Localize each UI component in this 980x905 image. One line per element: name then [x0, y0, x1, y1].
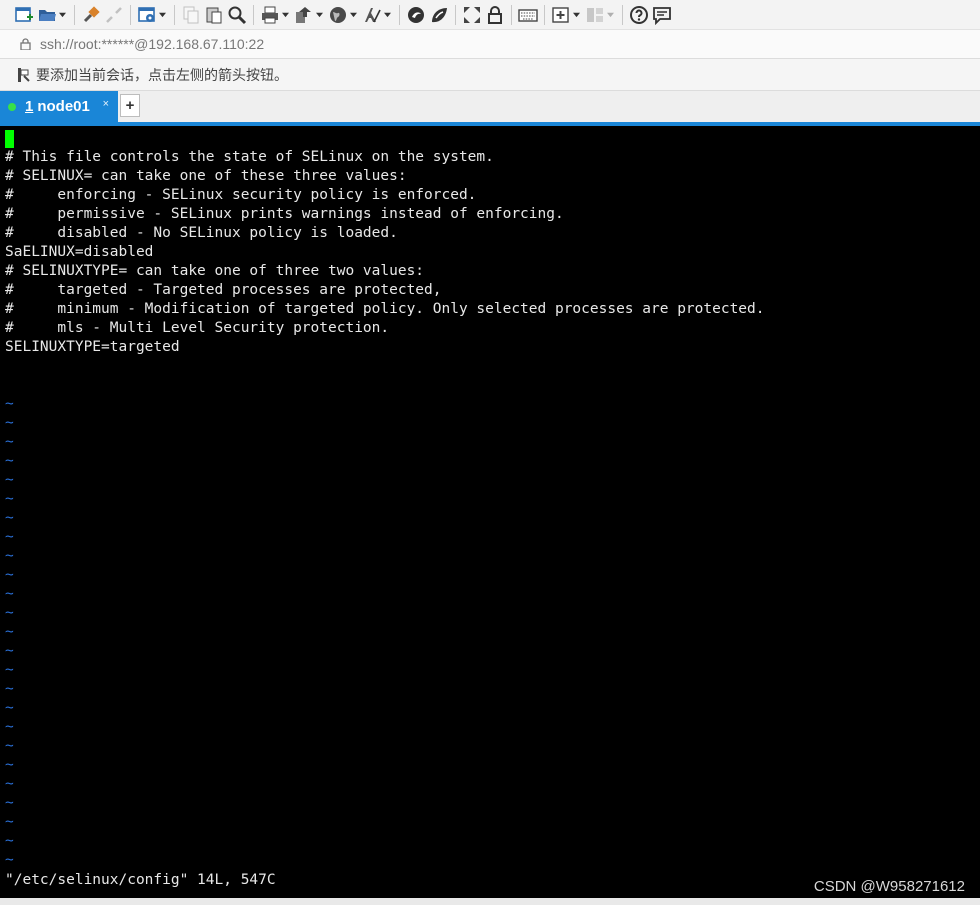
transfer-icon[interactable] [294, 3, 325, 27]
globe-icon[interactable] [328, 3, 359, 27]
chat-icon[interactable] [652, 3, 672, 27]
tilde-line: ~ [5, 624, 14, 640]
tab-bar: 1 node01 × + [0, 91, 980, 122]
lock-icon [20, 38, 31, 50]
open-folder-icon[interactable] [37, 3, 68, 27]
tilde-line: ~ [5, 757, 14, 773]
tilde-line: ~ [5, 852, 14, 868]
fullscreen-icon[interactable] [462, 3, 482, 27]
toolbar-divider [130, 4, 131, 25]
terminal-line: # disabled - No SELinux policy is loaded… [5, 225, 398, 241]
toolbar-divider [455, 4, 456, 25]
new-tab-button[interactable]: + [120, 94, 140, 117]
tilde-line: ~ [5, 643, 14, 659]
tilde-line: ~ [5, 738, 14, 754]
font-icon[interactable] [362, 3, 393, 27]
tilde-line: ~ [5, 662, 14, 678]
toolbar-divider [253, 4, 254, 25]
tilde-line: ~ [5, 529, 14, 545]
terminal-line: # This file controls the state of SELinu… [5, 149, 494, 165]
terminal-line: # enforcing - SELinux security policy is… [5, 187, 477, 203]
tilde-line: ~ [5, 719, 14, 735]
terminal-line: # minimum - Modification of targeted pol… [5, 301, 765, 317]
address-bar[interactable]: ssh://root:******@192.168.67.110:22 [0, 29, 980, 59]
tilde-line: ~ [5, 548, 14, 564]
layout-icon[interactable] [585, 3, 616, 27]
tab-node01[interactable]: 1 node01 × [0, 91, 118, 122]
terminal-cursor [5, 130, 14, 148]
toolbar-divider [174, 4, 175, 25]
connected-status-icon [8, 102, 16, 111]
tilde-line: ~ [5, 567, 14, 583]
terminal-line: # mls - Multi Level Security protection. [5, 320, 390, 336]
terminal-line: SaELINUX=disabled [5, 244, 154, 260]
help-icon[interactable] [629, 3, 649, 27]
xftp-icon[interactable] [406, 3, 426, 27]
terminal-line: SELINUXTYPE=targeted [5, 339, 180, 355]
disconnect-icon[interactable] [104, 3, 124, 27]
tab-number: 1 [25, 98, 34, 115]
toolbar-divider [399, 4, 400, 25]
vim-status-line: "/etc/selinux/config" 14L, 547C [5, 872, 276, 888]
watermark: CSDN @W958271612 [813, 878, 965, 895]
bottom-bar [0, 898, 980, 905]
terminal-line: # permissive - SELinux prints warnings i… [5, 206, 564, 222]
tilde-line: ~ [5, 453, 14, 469]
tilde-line: ~ [5, 586, 14, 602]
tilde-line: ~ [5, 681, 14, 697]
session-hint-bar: 要添加当前会话，点击左侧的箭头按钮。 [0, 59, 980, 91]
print-icon[interactable] [260, 3, 291, 27]
compose-icon[interactable] [551, 3, 582, 27]
tilde-line: ~ [5, 605, 14, 621]
tilde-line: ~ [5, 472, 14, 488]
tilde-line: ~ [5, 776, 14, 792]
keyboard-icon[interactable] [518, 3, 538, 27]
close-tab-icon[interactable]: × [103, 98, 109, 110]
toolbar-divider [544, 4, 545, 25]
paste-icon[interactable] [204, 3, 224, 27]
terminal-line: # SELINUX= can take one of these three v… [5, 168, 407, 184]
tilde-line: ~ [5, 491, 14, 507]
tilde-line: ~ [5, 700, 14, 716]
terminal-screen[interactable]: # This file controls the state of SELinu… [0, 126, 980, 898]
terminal-line: # SELINUXTYPE= can take one of three two… [5, 263, 425, 279]
properties-icon[interactable] [137, 3, 168, 27]
tab-label: node01 [37, 98, 90, 115]
session-hint-text: 要添加当前会话，点击左侧的箭头按钮。 [36, 66, 288, 83]
copy-icon[interactable] [181, 3, 201, 27]
add-session-arrow-icon[interactable] [17, 67, 31, 83]
tilde-line: ~ [5, 833, 14, 849]
tilde-line: ~ [5, 434, 14, 450]
toolbar-divider [622, 4, 623, 25]
tilde-line: ~ [5, 795, 14, 811]
lock-icon[interactable] [485, 3, 505, 27]
toolbar [0, 0, 980, 29]
connect-icon[interactable] [81, 3, 101, 27]
toolbar-divider [511, 4, 512, 25]
new-session-icon[interactable] [14, 3, 34, 27]
tilde-line: ~ [5, 396, 14, 412]
tilde-line: ~ [5, 510, 14, 526]
xshell-icon[interactable] [429, 3, 449, 27]
toolbar-divider [74, 4, 75, 25]
tilde-line: ~ [5, 814, 14, 830]
address-text[interactable]: ssh://root:******@192.168.67.110:22 [40, 36, 264, 52]
tilde-line: ~ [5, 415, 14, 431]
terminal-line: # targeted - Targeted processes are prot… [5, 282, 442, 298]
find-icon[interactable] [227, 3, 247, 27]
